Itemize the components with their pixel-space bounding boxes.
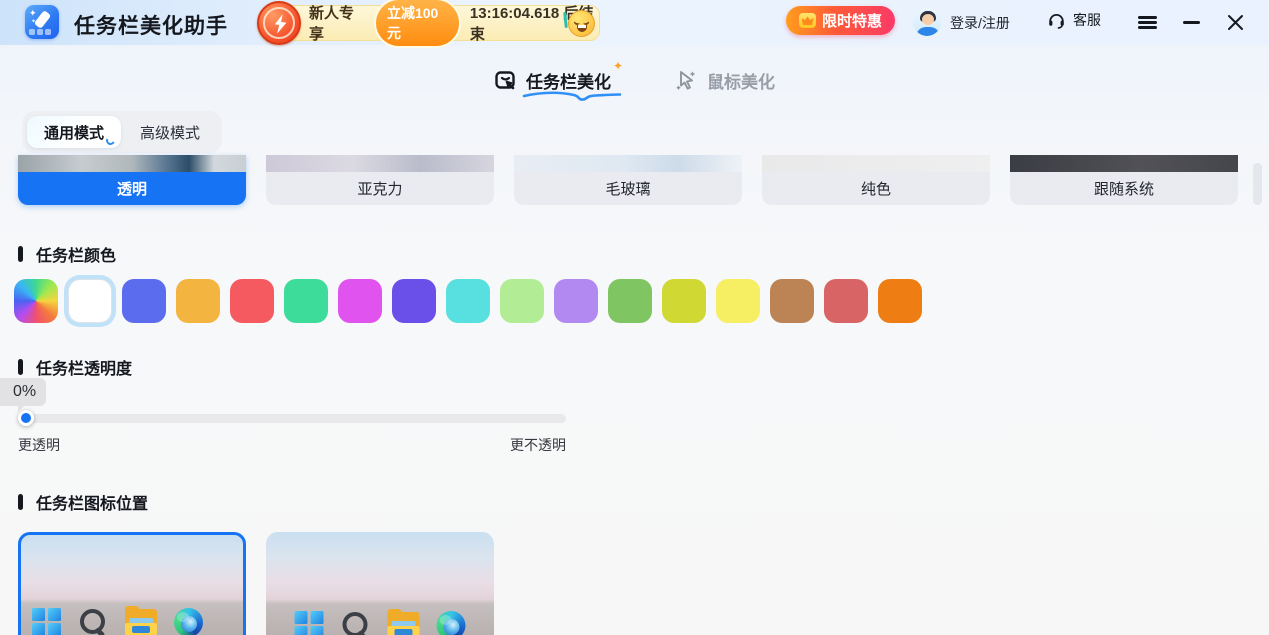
color-swatch-rainbow[interactable] (14, 279, 58, 323)
slider-min-label: 更透明 (18, 435, 60, 455)
section-title-icon-position: 任务栏图标位置 (18, 490, 148, 514)
color-swatch-yellow[interactable] (716, 279, 760, 323)
taskbar-beautify-icon (494, 69, 517, 92)
mode-tab-group: 通用模式 高级模式 (22, 111, 222, 153)
windows-icon (32, 608, 61, 635)
active-tab-underline (522, 90, 622, 102)
section-title-transparency: 任务栏透明度 (18, 355, 132, 379)
menu-button[interactable] (1130, 0, 1164, 45)
style-preview-image (1010, 155, 1238, 172)
alarm-clock-icon (257, 1, 301, 45)
color-swatch-yellow-green[interactable] (662, 279, 706, 323)
login-register-link[interactable]: 登录/注册 (950, 13, 1010, 33)
color-swatch-light-purple[interactable] (554, 279, 598, 323)
title-bar: ✦ ✦ 任务栏美化助手 新人专享 立减100元 13:16:04.618 后结束… (0, 0, 1269, 45)
support-label: 客服 (1073, 10, 1101, 30)
transparency-slider[interactable] (18, 414, 566, 423)
color-swatch-magenta[interactable] (338, 279, 382, 323)
minimize-button[interactable] (1174, 0, 1208, 45)
color-swatch-cyan[interactable] (446, 279, 490, 323)
edge-icon (437, 611, 466, 635)
laugh-emoji-icon (568, 10, 595, 37)
color-swatch-light-green[interactable] (500, 279, 544, 323)
color-swatch-orange[interactable] (176, 279, 220, 323)
edge-icon (174, 608, 203, 635)
style-card-label: 亚克力 (266, 172, 494, 205)
slider-thumb[interactable] (18, 410, 34, 426)
sparkle-icon: ✦ (613, 59, 623, 73)
active-swoosh-icon (105, 135, 117, 147)
style-preview-image (266, 155, 494, 172)
slider-value-tooltip: 0% (0, 378, 46, 406)
windows-icon (295, 611, 324, 635)
style-preview-image (762, 155, 990, 172)
avatar[interactable] (912, 7, 942, 37)
style-card-transparent[interactable]: 透明 (18, 155, 246, 205)
app-title: 任务栏美化助手 (74, 10, 228, 40)
search-icon (341, 610, 371, 635)
color-swatch-blue-violet[interactable] (122, 279, 166, 323)
style-card-follow-system[interactable]: 跟随系统 (1010, 155, 1238, 205)
folder-icon (388, 612, 420, 635)
app-logo-icon: ✦ ✦ (25, 5, 59, 39)
color-swatch-red[interactable] (230, 279, 274, 323)
section-marker (18, 246, 23, 262)
app-window: ✦ ✦ 任务栏美化助手 新人专享 立减100元 13:16:04.618 后结束… (0, 0, 1269, 635)
style-card-frosted-glass[interactable]: 毛玻璃 (514, 155, 742, 205)
style-preview-image (18, 155, 246, 172)
flash-sale-button[interactable]: 限时特惠 (786, 6, 895, 35)
tab-label: 鼠标美化 (707, 68, 775, 93)
color-swatch-row (14, 279, 922, 323)
promo-label: 新人专享 (309, 2, 365, 44)
slider-max-label: 更不透明 (466, 435, 566, 455)
style-card-label: 纯色 (762, 172, 990, 205)
tab-taskbar-beautify[interactable]: 任务栏美化 ✦ (494, 68, 611, 93)
color-swatch-white[interactable] (68, 279, 112, 323)
color-swatch-brown[interactable] (770, 279, 814, 323)
style-card-solid-color[interactable]: 纯色 (762, 155, 990, 205)
search-icon (78, 607, 108, 635)
style-card-acrylic[interactable]: 亚克力 (266, 155, 494, 205)
close-button[interactable] (1218, 0, 1252, 45)
mode-tab-general[interactable]: 通用模式 (27, 116, 121, 148)
headset-icon (1047, 11, 1066, 30)
style-card-label: 透明 (18, 172, 246, 205)
main-nav: 任务栏美化 ✦ 鼠标美化 (0, 55, 1269, 105)
folder-icon (125, 609, 157, 635)
customer-support-button[interactable]: 客服 (1047, 10, 1101, 30)
crown-icon (799, 13, 816, 28)
flash-sale-label: 限时特惠 (822, 10, 882, 31)
mode-tab-advanced[interactable]: 高级模式 (123, 116, 217, 148)
next-card-edge (1253, 163, 1262, 205)
icon-position-card-center[interactable] (266, 532, 494, 635)
color-swatch-green[interactable] (608, 279, 652, 323)
section-marker (18, 359, 23, 375)
style-card-label: 毛玻璃 (514, 172, 742, 205)
color-swatch-rose[interactable] (824, 279, 868, 323)
discount-badge: 立减100元 (374, 0, 461, 48)
icon-position-card-left[interactable] (18, 532, 246, 635)
color-swatch-dark-orange[interactable] (878, 279, 922, 323)
taskbar-preview-icons (32, 607, 203, 635)
close-icon (1227, 14, 1244, 31)
style-card-label: 跟随系统 (1010, 172, 1238, 205)
section-title-taskbar-color: 任务栏颜色 (18, 242, 116, 266)
promo-banner[interactable]: 新人专享 立减100元 13:16:04.618 后结束 (262, 5, 600, 41)
color-swatch-purple[interactable] (392, 279, 436, 323)
color-swatch-spring-green[interactable] (284, 279, 328, 323)
section-marker (18, 494, 23, 510)
tab-mouse-beautify[interactable]: 鼠标美化 (675, 68, 775, 93)
style-preview-image (514, 155, 742, 172)
mouse-beautify-icon (675, 69, 698, 92)
taskbar-preview-icons (295, 610, 466, 635)
